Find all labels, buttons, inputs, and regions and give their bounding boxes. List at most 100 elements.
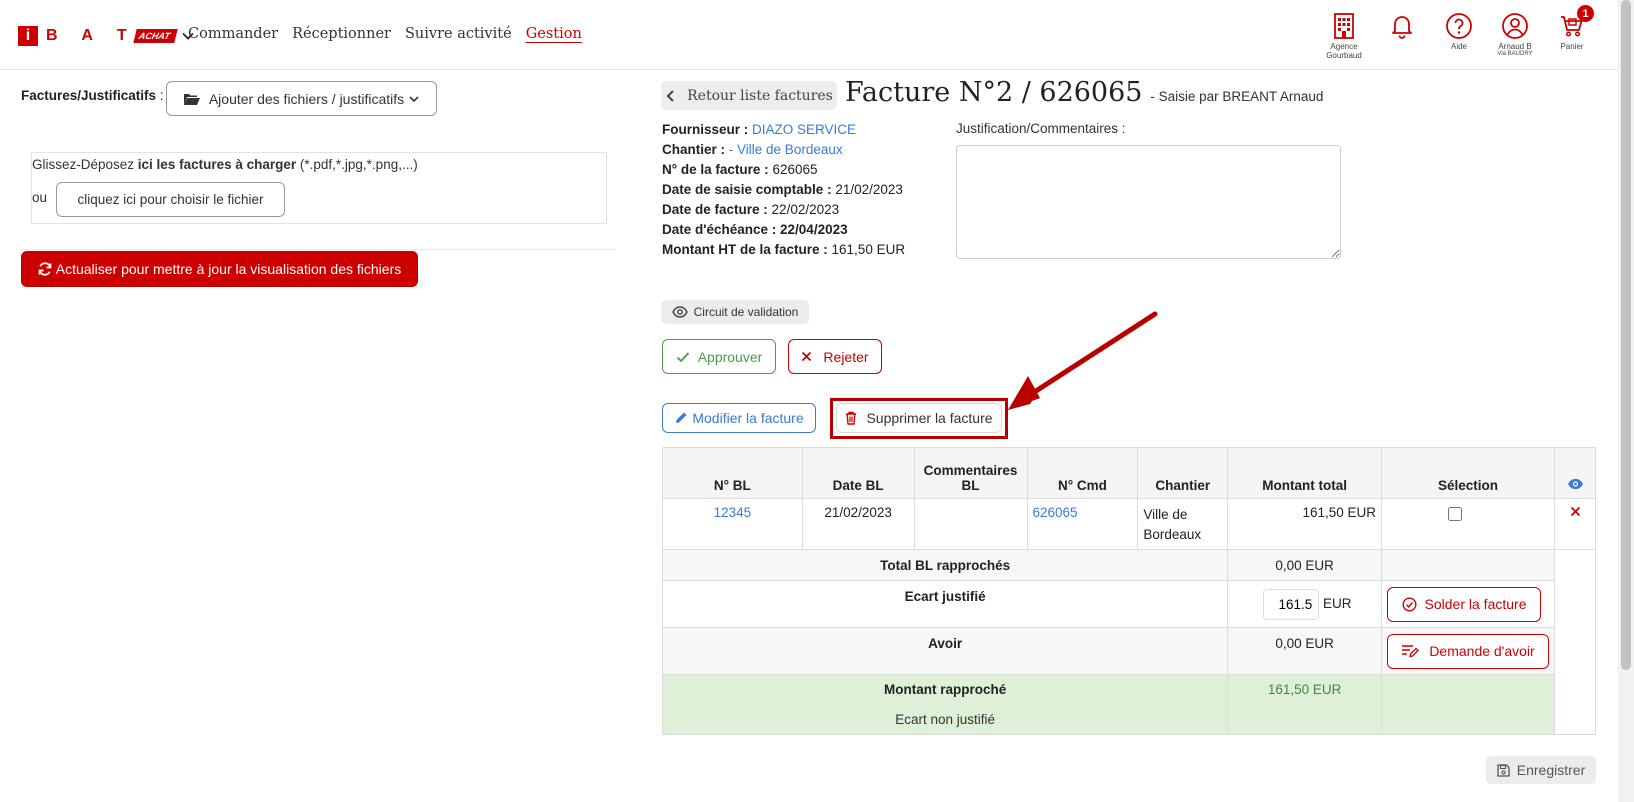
menu-gestion[interactable]: Gestion: [526, 26, 582, 42]
dropzone-text-bold: ici les factures à charger: [137, 157, 297, 172]
notifications-button[interactable]: [1374, 12, 1430, 40]
back-to-invoices-label: Retour liste factures: [687, 87, 833, 104]
header-montant-total: Montant total: [1227, 447, 1383, 499]
solder-invoice-button[interactable]: Solder la facture: [1387, 586, 1542, 622]
add-files-dropdown[interactable]: Ajouter des fichiers / justificatifs: [166, 81, 437, 116]
or-label: ou: [32, 190, 48, 205]
ecart-non-justifie-label: Ecart non justifié: [661, 704, 1229, 735]
bl-link[interactable]: 12345: [714, 505, 752, 520]
validation-circuit-button[interactable]: Circuit de validation: [661, 300, 809, 324]
back-to-invoices-button[interactable]: Retour liste factures: [661, 81, 837, 110]
validation-circuit-label: Circuit de validation: [693, 305, 799, 319]
approve-button[interactable]: Approuver: [662, 339, 776, 374]
chantier-label: Chantier :: [662, 142, 726, 157]
files-label: Factures/Justificatifs: [21, 88, 157, 103]
request-credit-label: Demande d'avoir: [1429, 643, 1535, 659]
ecart-justifie-input[interactable]: [1263, 588, 1320, 620]
solder-invoice-label: Solder la facture: [1424, 596, 1527, 612]
chevron-left-icon: [666, 89, 674, 102]
save-button[interactable]: Enregistrer: [1486, 756, 1596, 784]
left-divider: [21, 249, 616, 250]
page-scrollbar[interactable]: [1618, 0, 1634, 802]
header-selection: Sélection: [1381, 447, 1556, 499]
logo-letter: i: [18, 26, 38, 46]
eye-icon[interactable]: [1567, 478, 1584, 490]
edit-invoice-button[interactable]: Modifier la facture: [662, 403, 816, 433]
side-empty-cell: [1554, 549, 1596, 735]
row-chantier-line1: Ville de: [1143, 507, 1188, 522]
ecart-justifie-cell: EUR: [1227, 580, 1383, 628]
top-navbar: i B A T ACHAT Commander Réceptionner Sui…: [0, 0, 1618, 70]
ecart-non-justifie-value: [1227, 704, 1383, 735]
check-icon: [676, 351, 689, 362]
header-visibility[interactable]: [1554, 447, 1596, 499]
bell-icon: [1392, 16, 1412, 39]
main-menu: Commander Réceptionner Suivre activité G…: [188, 26, 582, 42]
menu-receptionner[interactable]: Réceptionner: [292, 26, 391, 42]
comments-label: Justification/Commentaires :: [956, 121, 1126, 136]
request-credit-button[interactable]: Demande d'avoir: [1387, 633, 1550, 669]
agence-button[interactable]: Agence Gourbaud: [1316, 12, 1372, 60]
row-bl-cell: 12345: [662, 498, 803, 550]
dropzone-text-post: (*.pdf,*.jpg,*.png,...): [296, 157, 418, 172]
fournisseur-label: Fournisseur :: [662, 122, 749, 137]
page-title: Facture N°2 / 626065: [845, 77, 1143, 108]
row-date-cell: 21/02/2023: [801, 498, 915, 550]
comments-textarea[interactable]: [956, 145, 1341, 259]
ecart-non-justifie-empty: [1381, 704, 1556, 735]
refresh-files-button[interactable]: Actualiser pour mettre à jour la visuali…: [21, 251, 418, 287]
ecart-unit: EUR: [1323, 595, 1352, 611]
agence-label: Agence: [1330, 42, 1358, 51]
cart-label: Panier: [1560, 42, 1584, 51]
delete-invoice-button[interactable]: Supprimer la facture: [836, 403, 1002, 433]
approve-label: Approuver: [697, 348, 763, 365]
edit-invoice-label: Modifier la facture: [692, 410, 804, 426]
ibat-logo[interactable]: i B A T ACHAT: [18, 26, 195, 46]
header-bl: N° BL: [662, 447, 803, 499]
total-bl-empty: [1381, 549, 1556, 581]
menu-suivre-activite[interactable]: Suivre activité: [405, 26, 512, 42]
user-menu-button[interactable]: Arnaud B Via BAUDRY: [1487, 12, 1543, 57]
chantier-line: Chantier : - Ville de Bordeaux: [662, 140, 843, 160]
building-icon: [1334, 13, 1354, 39]
chantier-link[interactable]: - Ville de Bordeaux: [729, 142, 843, 157]
montant-rapproche-row: Montant rapproché 161,50 EUR: [661, 674, 1596, 705]
cmd-link[interactable]: 626065: [1033, 505, 1078, 520]
user-company: Via BAUDRY: [1497, 51, 1533, 57]
user-icon: [1502, 13, 1528, 39]
chevron-down-icon: [409, 95, 419, 102]
reject-button[interactable]: Rejeter: [788, 339, 882, 374]
logo-brand: B A T: [46, 27, 137, 44]
add-files-label: Ajouter des fichiers / justificatifs: [208, 90, 405, 107]
cart-button[interactable]: 1 Panier: [1544, 5, 1600, 51]
header-comments-line1: Commentaires: [923, 463, 1018, 478]
date-facture-label: Date de facture :: [662, 202, 768, 217]
menu-commander[interactable]: Commander: [188, 26, 278, 42]
header-date-bl: Date BL: [801, 447, 915, 499]
dropzone[interactable]: Glissez-Déposez ici les factures à charg…: [31, 152, 607, 224]
ecart-justifie-label: Ecart justifié: [661, 580, 1229, 628]
date-echeance-value: 22/04/2023: [780, 222, 848, 237]
scrollbar-thumb[interactable]: [1621, 0, 1631, 670]
choose-file-button[interactable]: cliquez ici pour choisir le fichier: [56, 182, 285, 217]
folder-open-icon: [183, 93, 200, 105]
row-remove-cell: [1554, 498, 1596, 550]
fournisseur-link[interactable]: DIAZO SERVICE: [752, 122, 856, 137]
date-facture-value: 22/02/2023: [771, 202, 840, 217]
date-echeance-label: Date d'échéance :: [662, 222, 777, 237]
help-button[interactable]: Aide: [1431, 12, 1487, 51]
row-select-checkbox[interactable]: [1448, 507, 1463, 521]
date-saisie-line: Date de saisie comptable : 21/02/2023: [662, 180, 903, 200]
files-label-sep: :: [156, 88, 164, 103]
date-saisie-label: Date de saisie comptable :: [662, 182, 832, 197]
row-chantier-cell: Ville de Bordeaux: [1137, 498, 1229, 550]
avoir-label: Avoir: [661, 627, 1229, 675]
total-bl-row: Total BL rapprochés 0,00 EUR: [661, 549, 1596, 735]
row-comment-cell: [913, 498, 1028, 550]
pencil-icon: [676, 412, 687, 423]
ecart-non-justifie-row: Ecart non justifié: [661, 704, 1596, 735]
date-echeance-line: Date d'échéance : 22/04/2023: [662, 220, 848, 240]
save-label: Enregistrer: [1516, 762, 1586, 778]
close-icon[interactable]: [1570, 506, 1581, 517]
header-cmd: N° Cmd: [1026, 447, 1139, 499]
